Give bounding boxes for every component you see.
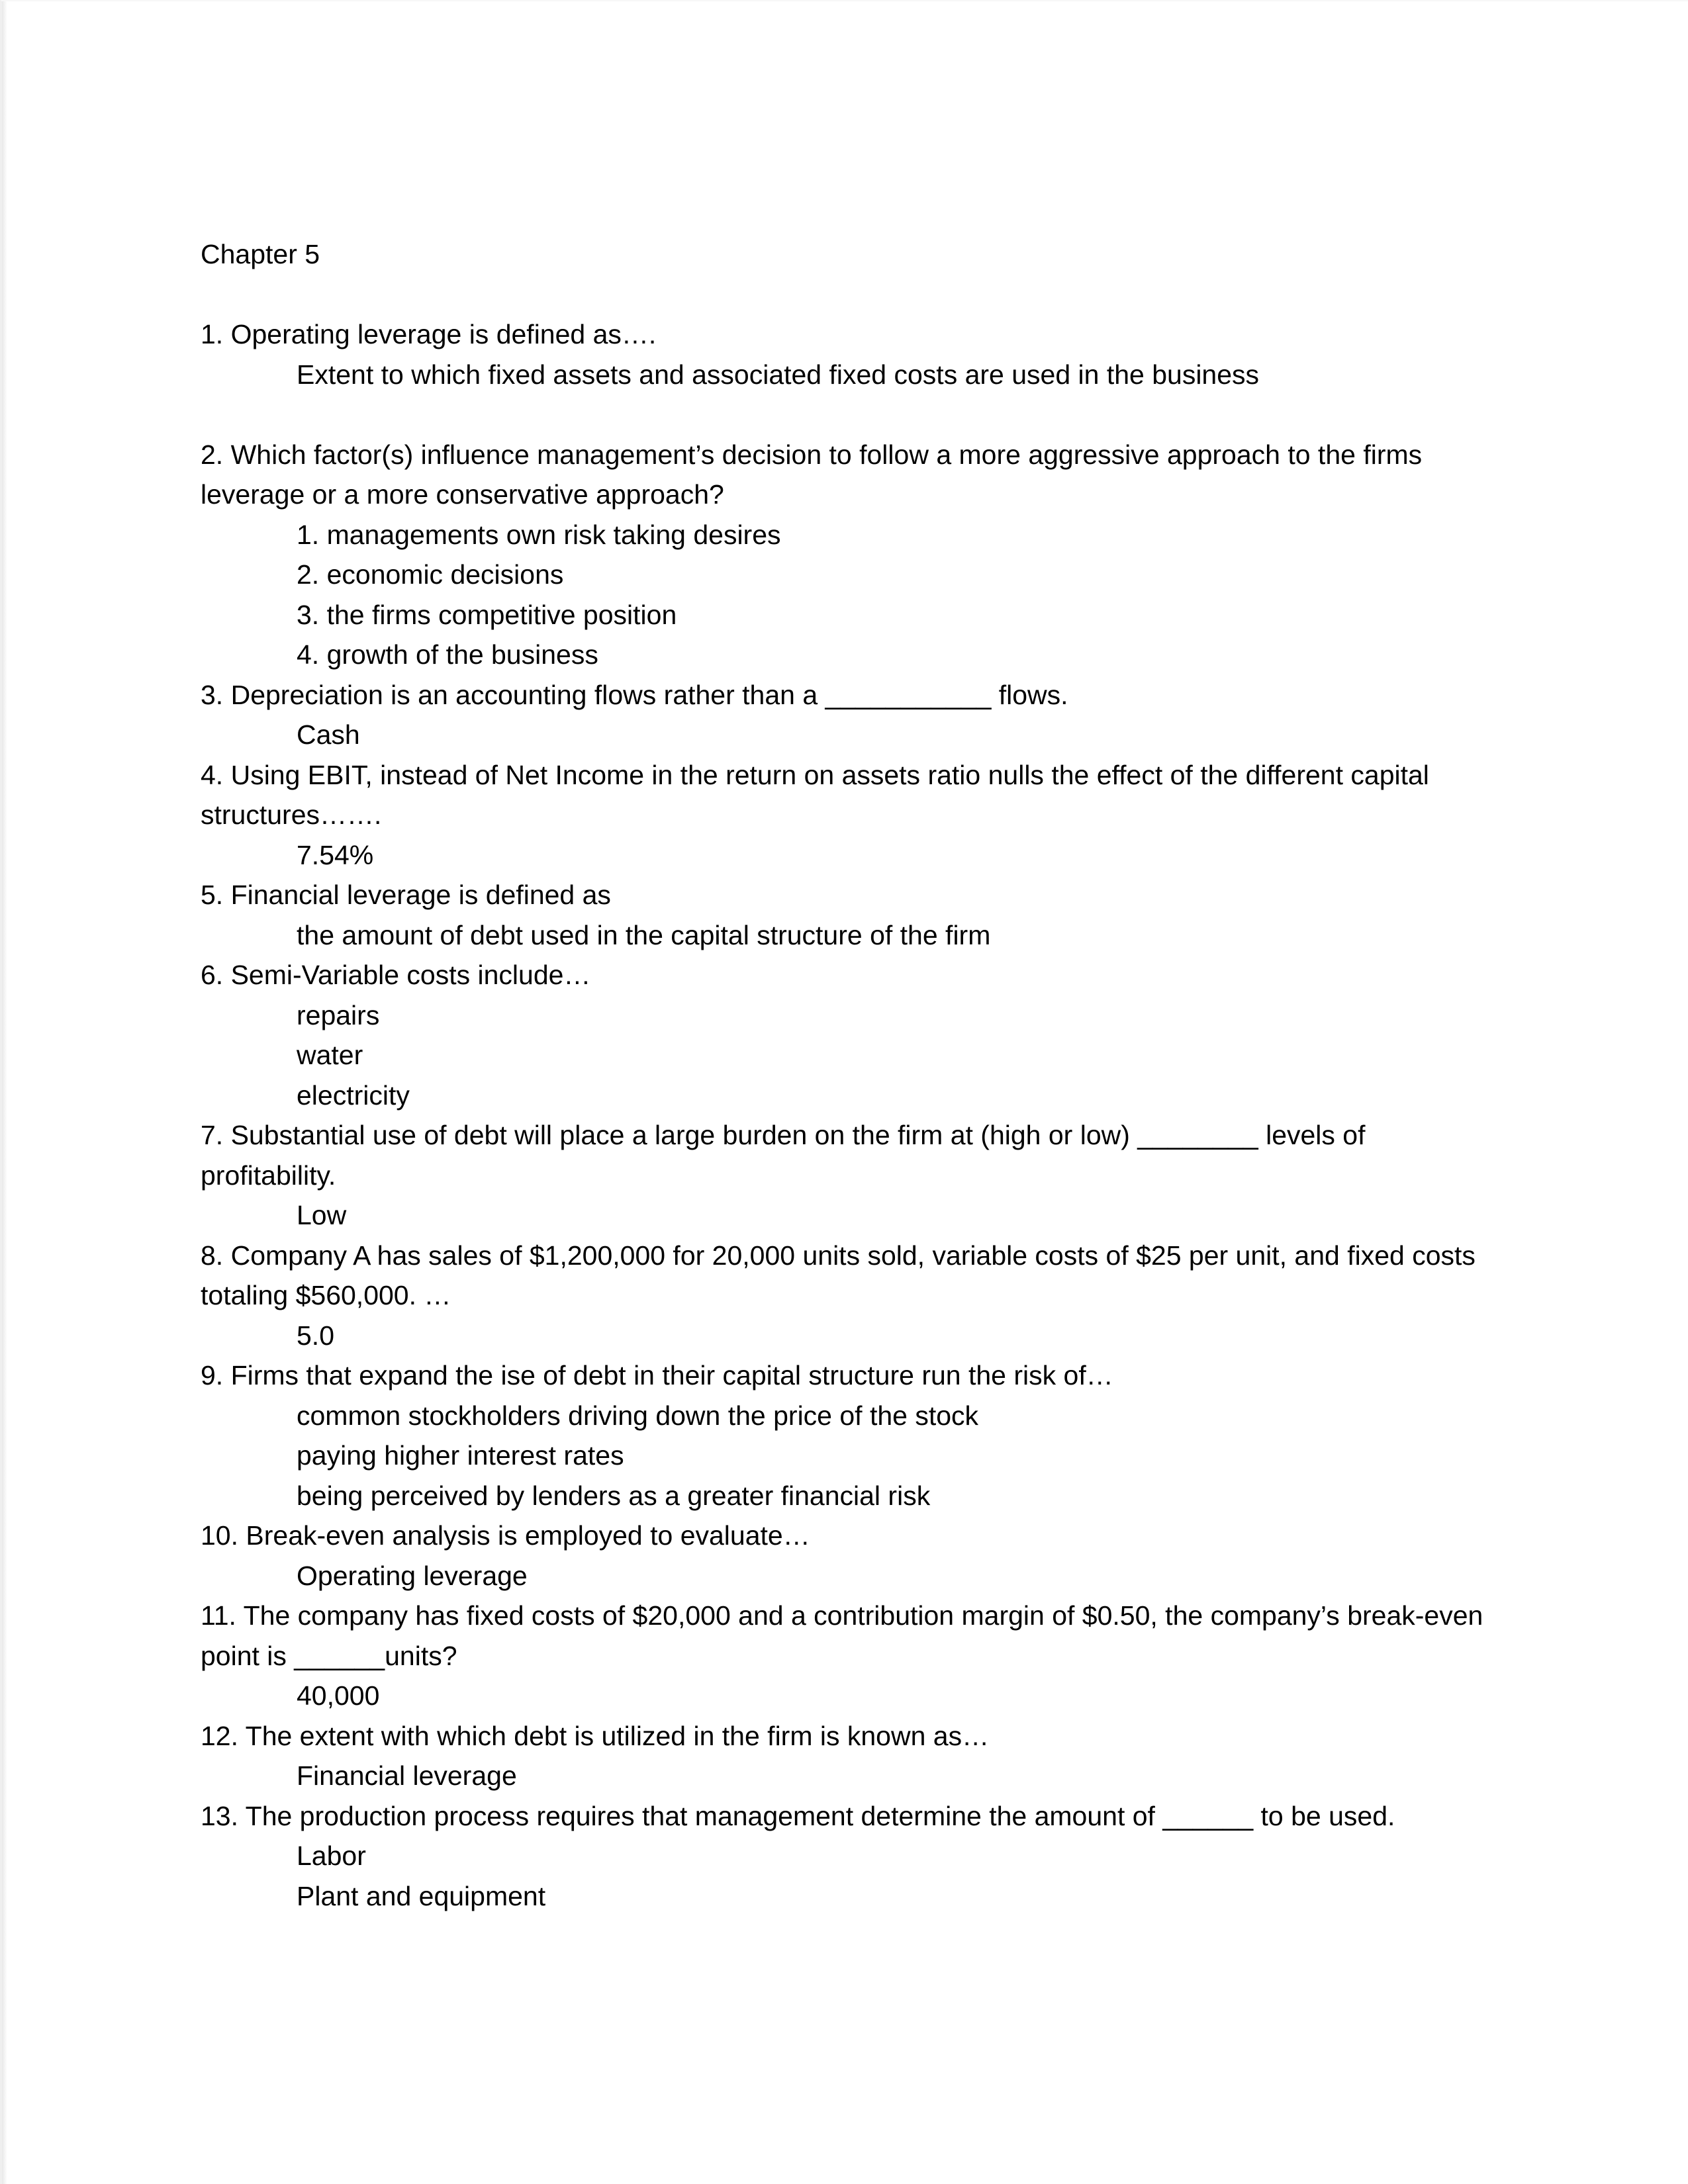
question-line: 3. Depreciation is an accounting flows r… <box>201 679 1068 710</box>
question-line: 1. Operating leverage is defined as…. <box>201 319 657 349</box>
question-line: 10. Break-even analysis is employed to e… <box>201 1520 810 1551</box>
answer-line: being perceived by lenders as a greater … <box>297 1480 931 1511</box>
question-line: 6. Semi-Variable costs include… <box>201 960 591 990</box>
question-line: 12. The extent with which debt is utiliz… <box>201 1720 990 1751</box>
question-line: 7. Substantial use of debt will place a … <box>201 1120 1373 1191</box>
question-line: 5. Financial leverage is defined as <box>201 880 611 910</box>
answer-line: Operating leverage <box>297 1560 528 1591</box>
answer-line: electricity <box>297 1079 410 1111</box>
answer-line: water <box>297 1040 363 1070</box>
question-line: 4. Using EBIT, instead of Net Income in … <box>201 759 1437 831</box>
question-line: 2. Which factor(s) influence management’… <box>201 439 1430 510</box>
answer-line: Low <box>297 1200 347 1230</box>
answer-line: 4. growth of the business <box>297 639 598 670</box>
page-title: Chapter 5 <box>201 239 320 269</box>
answer-line: 1. managements own risk taking desires <box>297 519 781 550</box>
answer-line: common stockholders driving down the pri… <box>297 1400 979 1431</box>
answer-line: Extent to which fixed assets and associa… <box>297 359 1260 390</box>
question-line: 9. Firms that expand the ise of debt in … <box>201 1360 1113 1390</box>
answer-line: 40,000 <box>297 1680 380 1711</box>
document-body: Chapter 5 1. Operating leverage is define… <box>201 234 1501 1916</box>
answer-line: 5.0 <box>297 1320 334 1351</box>
question-line: 8. Company A has sales of $1,200,000 for… <box>201 1240 1483 1311</box>
answer-line: Labor <box>297 1841 366 1871</box>
question-line: 11. The company has fixed costs of $20,0… <box>201 1600 1491 1671</box>
question-line: 13. The production process requires that… <box>201 1800 1395 1831</box>
answer-line: 3. the firms competitive position <box>297 599 677 630</box>
document-page: Chapter 5 1. Operating leverage is define… <box>0 0 1688 2184</box>
answer-line: 2. economic decisions <box>297 559 564 590</box>
answer-line: Cash <box>297 719 360 750</box>
answer-line: Plant and equipment <box>297 1880 546 1911</box>
answer-line: paying higher interest rates <box>297 1440 624 1471</box>
answer-line: repairs <box>297 999 380 1030</box>
answer-line: the amount of debt used in the capital s… <box>297 919 991 950</box>
answer-line: 7.54% <box>297 839 374 870</box>
answer-line: Financial leverage <box>297 1760 517 1791</box>
